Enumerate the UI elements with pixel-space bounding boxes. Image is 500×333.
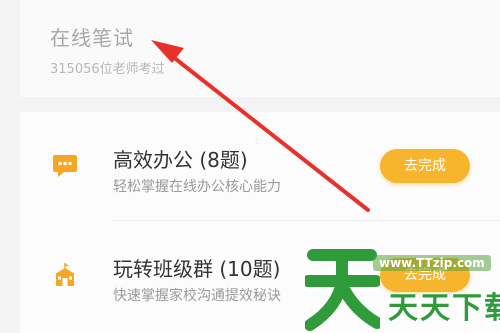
watermark-url: www.TTzip.com	[373, 255, 491, 271]
watermark-logo	[305, 245, 380, 332]
watermark-text: 天天下载	[388, 291, 500, 326]
watermark: www.TTzip.com 天天下载	[300, 235, 500, 333]
